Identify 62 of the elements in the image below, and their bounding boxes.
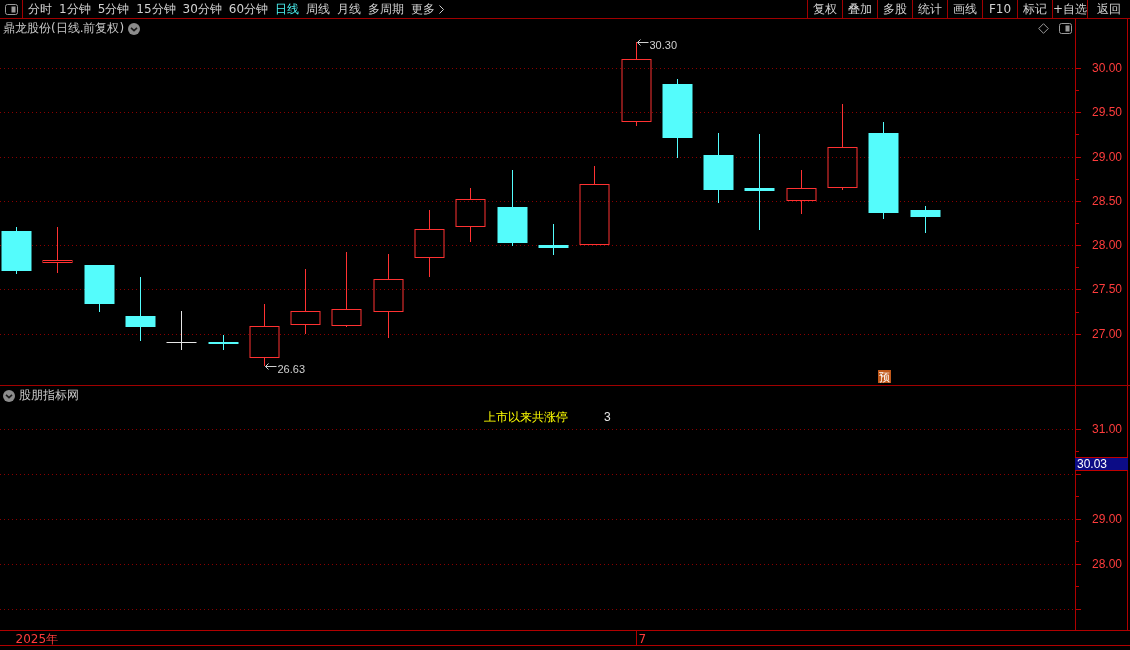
chevron-down-icon[interactable] [3, 389, 15, 402]
price-label: 30.30 [649, 38, 678, 51]
candlestick [455, 187, 486, 243]
toolbar-button[interactable]: F10 [982, 0, 1017, 18]
candlestick [910, 205, 941, 234]
period-tab[interactable]: 15分钟 [136, 0, 176, 18]
more-menu-button[interactable]: 更多 [411, 0, 445, 18]
chart-title: 鼎龙股份(日线.前复权) [3, 20, 125, 37]
toolbar-button[interactable]: 返回 [1087, 0, 1130, 18]
period-tab[interactable]: 周线 [306, 0, 331, 18]
price-tag: 30.03 [1075, 456, 1128, 471]
forecast-badge: 预 [878, 370, 891, 384]
indicator-value: 3 [604, 410, 611, 424]
axis-label: 28.50 [1092, 193, 1123, 208]
period-tab[interactable]: 月线 [337, 0, 362, 18]
period-tab[interactable]: 60分钟 [228, 0, 269, 18]
axis-label: 28.00 [1092, 556, 1123, 571]
axis-label: 29.00 [1092, 511, 1123, 526]
candlestick [414, 209, 445, 278]
axis-label: 29.00 [1092, 149, 1123, 164]
price-label: 26.63 [277, 362, 306, 375]
toolbar-button[interactable]: +自选 [1052, 0, 1087, 18]
panel-toggle-icon[interactable] [1059, 23, 1072, 34]
pointer-arrow-icon [637, 39, 649, 46]
chevron-down-icon[interactable] [128, 22, 141, 35]
indicator-label: 上市以来共涨停 [484, 410, 568, 424]
period-tab[interactable]: 1分钟 [59, 0, 91, 18]
candlestick [166, 310, 197, 351]
candlestick [249, 303, 280, 367]
candlestick [208, 334, 239, 351]
axis-label: 27.50 [1092, 282, 1123, 297]
chevron-right-icon [439, 4, 445, 14]
candlestick [290, 268, 321, 335]
toolbar-button[interactable]: 画线 [947, 0, 982, 18]
candlestick [125, 276, 156, 342]
diamond-icon[interactable] [1038, 23, 1049, 34]
period-tab[interactable]: 日线 [275, 0, 300, 18]
toolbar-button[interactable]: 复权 [807, 0, 842, 18]
toolbar-button[interactable]: 多股 [877, 0, 912, 18]
axis-label: 28.00 [1092, 238, 1123, 253]
pointer-arrow-icon [265, 363, 277, 370]
axis-label: 31.00 [1092, 421, 1123, 436]
period-tab[interactable]: 分时 [28, 0, 52, 18]
axis-label: 29.50 [1092, 105, 1123, 120]
date-label: 2025年 [15, 631, 59, 646]
candlestick [1, 226, 32, 275]
candlestick [703, 132, 734, 204]
toolbar-button[interactable]: 标记 [1017, 0, 1052, 18]
candlestick [538, 223, 569, 256]
candlestick [84, 264, 115, 313]
period-tab[interactable]: 多周期 [368, 0, 405, 18]
candlestick [42, 226, 73, 274]
panel-toggle-icon [4, 3, 18, 15]
date-label: 7 [638, 631, 647, 646]
toolbar-button[interactable]: 叠加 [842, 0, 877, 18]
period-tab[interactable]: 30分钟 [182, 0, 222, 18]
toolbar-button[interactable]: 统计 [912, 0, 947, 18]
period-tab[interactable]: 5分钟 [97, 0, 130, 18]
indicator-title: 股朋指标网 [19, 387, 79, 404]
axis-label: 30.00 [1092, 61, 1123, 76]
candlestick [786, 169, 817, 215]
axis-label: 27.00 [1092, 326, 1123, 341]
